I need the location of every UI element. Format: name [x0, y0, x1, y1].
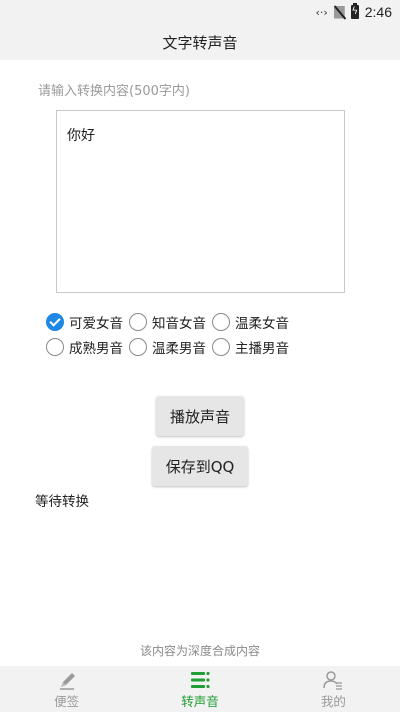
- status-time: 2:46: [364, 4, 392, 20]
- no-sim-icon: [334, 6, 345, 19]
- voice-option-5[interactable]: 主播男音: [212, 337, 312, 357]
- voice-options: 可爱女音 知音女音 温柔女音 成熟男音 温柔男音 主播男音: [46, 312, 346, 357]
- nav-item-notes[interactable]: 便签: [0, 666, 133, 712]
- voice-label: 知音女音: [152, 316, 206, 332]
- nav-label: 转声音: [181, 694, 219, 709]
- voice-label: 温柔女音: [235, 316, 289, 332]
- voice-option-1[interactable]: 知音女音: [129, 312, 212, 332]
- play-sound-button[interactable]: 播放声音: [156, 396, 244, 436]
- radio-checkbox-icon[interactable]: [129, 313, 147, 331]
- nav-item-text-to-speech[interactable]: 转声音: [133, 666, 266, 712]
- voice-label: 可爱女音: [69, 316, 123, 332]
- battery-charging-icon: [350, 3, 359, 19]
- list-icon: [190, 672, 210, 688]
- bottom-nav: 便签 转声音 我的: [0, 666, 400, 712]
- nav-label: 便签: [54, 694, 80, 709]
- voice-label: 成熟男音: [69, 341, 123, 357]
- status-bar: ‹·› 2:46: [0, 0, 400, 24]
- input-hint: 请输入转换内容(500字内): [38, 84, 190, 99]
- text-input[interactable]: 你好: [56, 110, 345, 293]
- app-bar: 文字转声音: [0, 24, 400, 60]
- voice-option-4[interactable]: 温柔男音: [129, 337, 212, 357]
- radio-checkbox-icon[interactable]: [46, 338, 64, 356]
- radio-checkbox-icon[interactable]: [212, 313, 230, 331]
- conversion-status: 等待转换: [35, 494, 89, 510]
- deep-synthesis-notice: 该内容为深度合成内容: [139, 644, 260, 658]
- voice-option-0[interactable]: 可爱女音: [46, 312, 129, 332]
- nav-item-profile[interactable]: 我的: [267, 666, 400, 712]
- status-icons: ‹·› 2:46: [315, 3, 392, 21]
- data-icon: ‹·›: [315, 5, 328, 19]
- radio-checkbox-icon[interactable]: [212, 338, 230, 356]
- save-to-qq-button[interactable]: 保存到QQ: [152, 446, 248, 486]
- check-icon[interactable]: [46, 313, 64, 331]
- nav-label: 我的: [320, 694, 346, 709]
- voice-option-3[interactable]: 成熟男音: [46, 337, 129, 357]
- voice-label: 主播男音: [235, 341, 289, 357]
- page-title: 文字转声音: [162, 33, 238, 52]
- voice-label: 温柔男音: [152, 341, 206, 357]
- pen-icon: [59, 673, 75, 690]
- radio-checkbox-icon[interactable]: [129, 338, 147, 356]
- voice-option-2[interactable]: 温柔女音: [212, 312, 312, 332]
- profile-icon: [323, 671, 343, 690]
